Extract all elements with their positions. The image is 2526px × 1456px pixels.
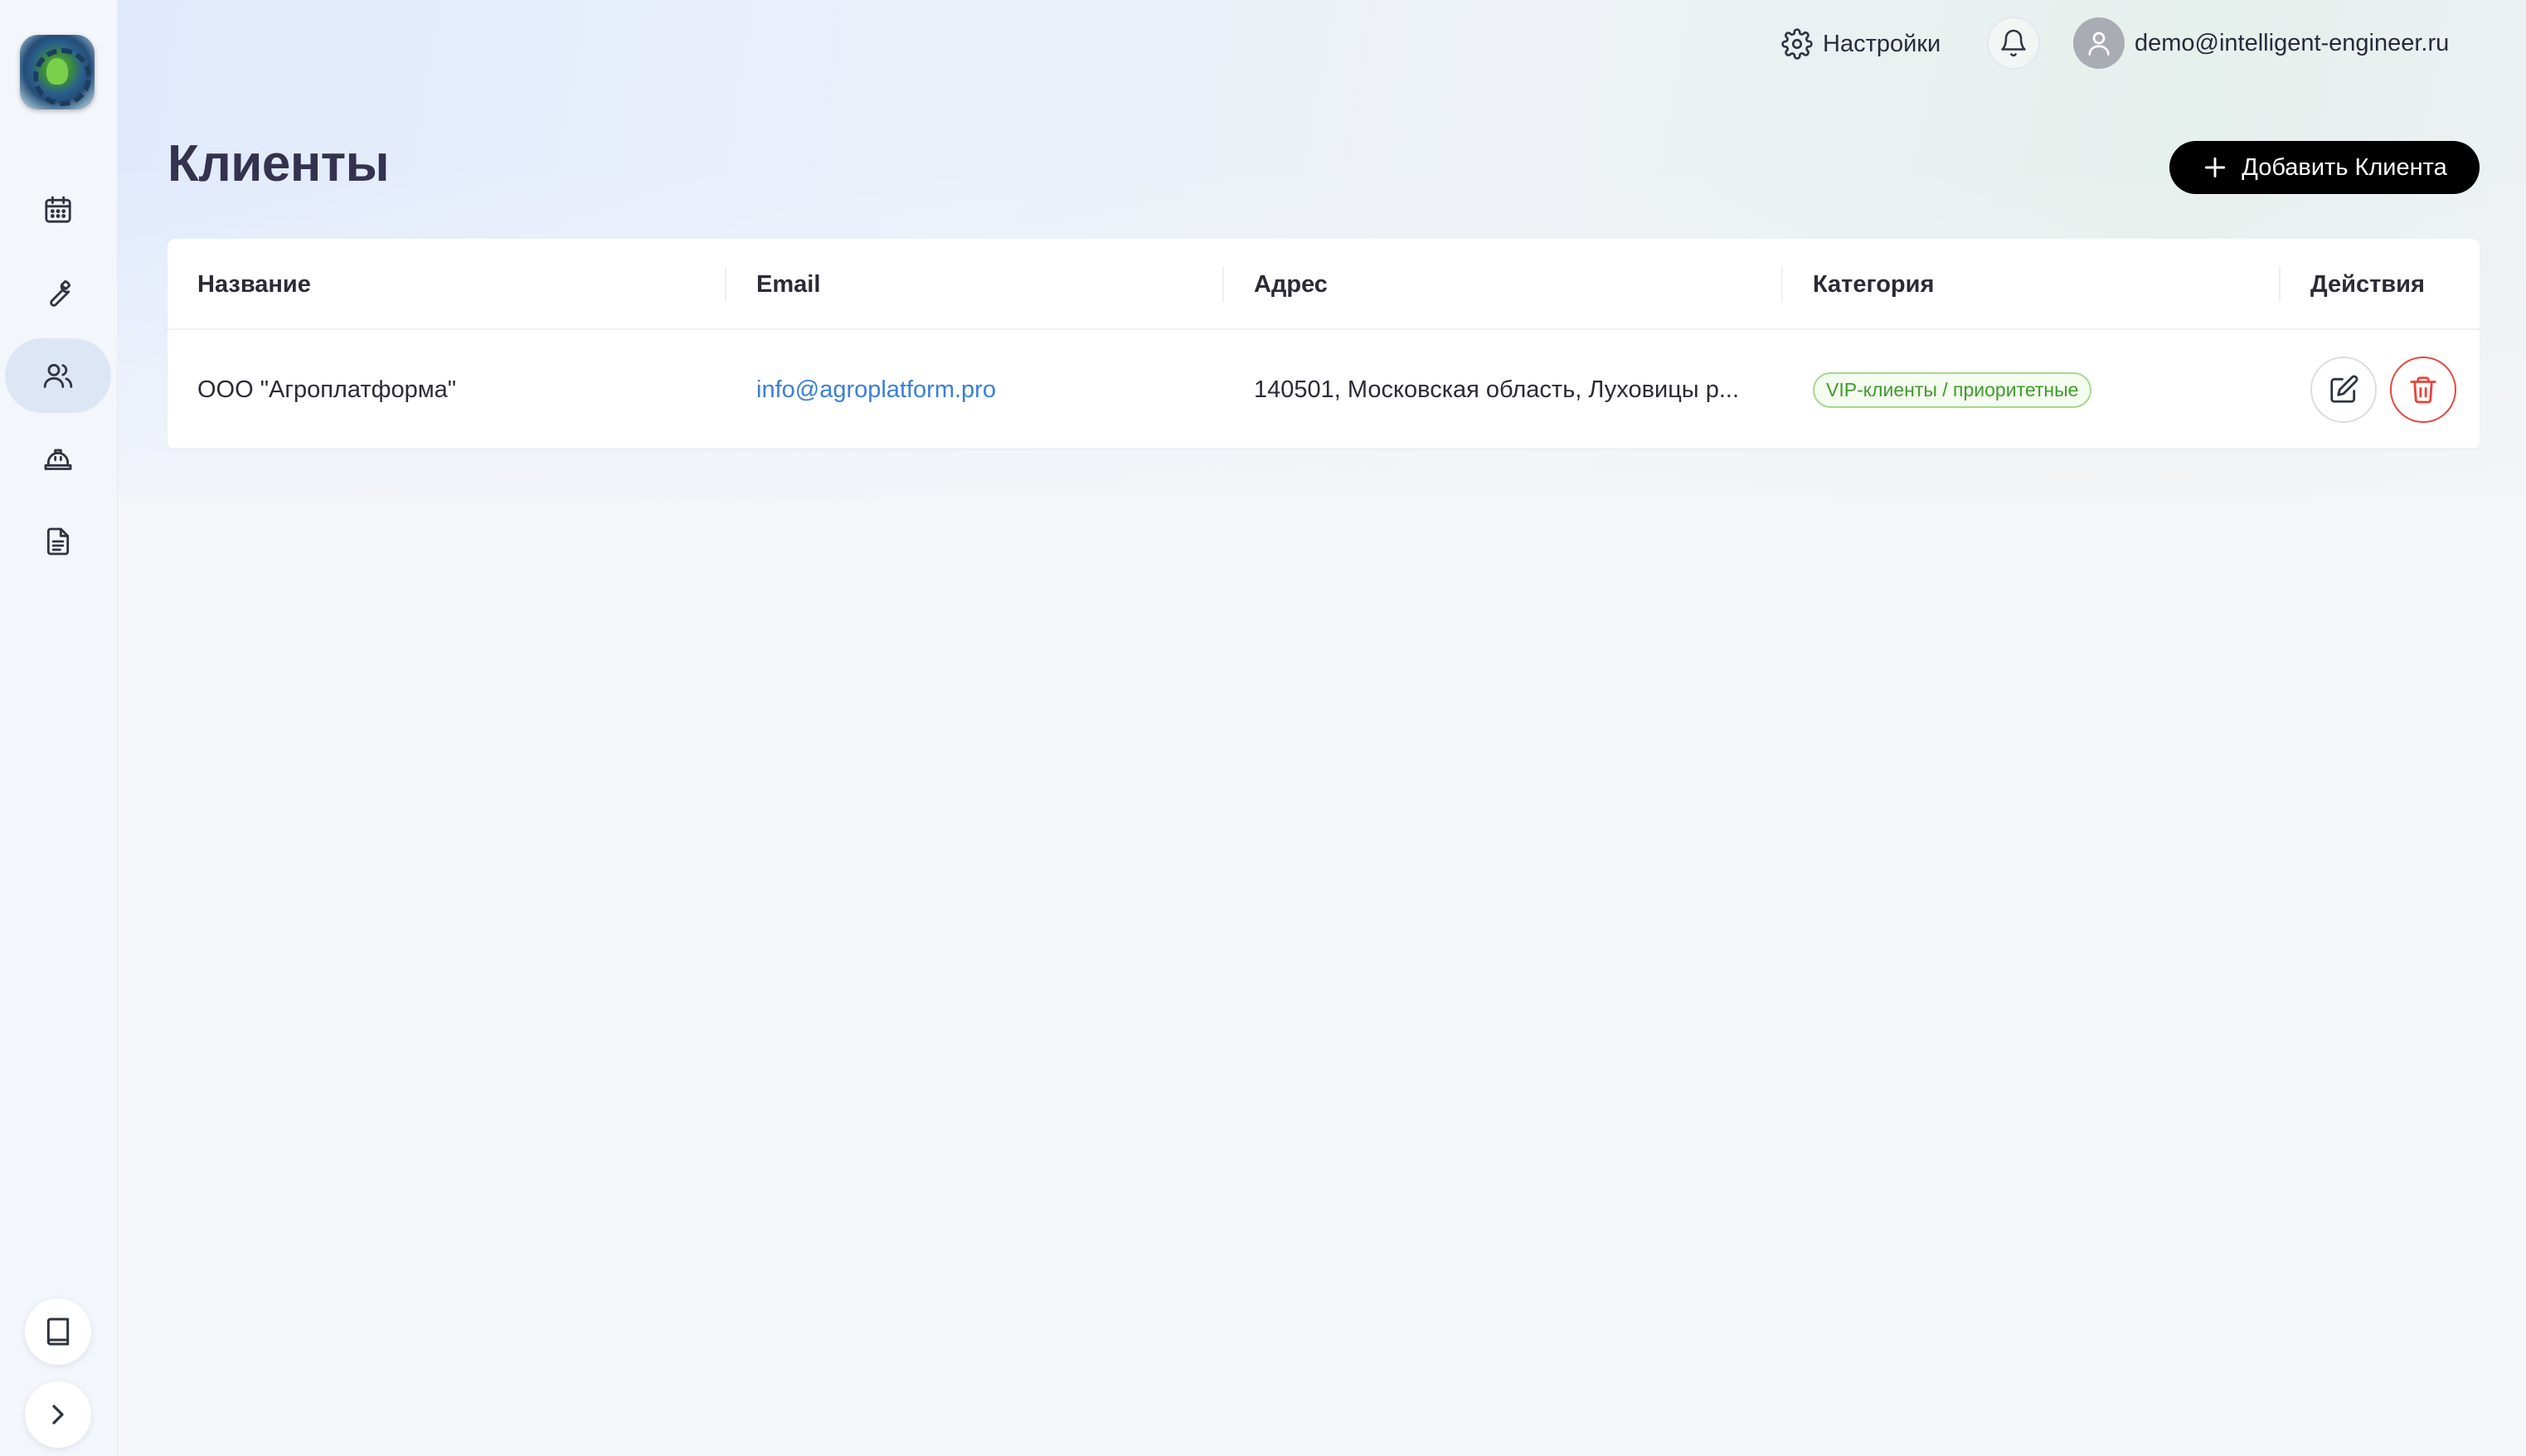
- avatar: [2073, 17, 2125, 69]
- trash-icon: [2410, 376, 2436, 404]
- delete-button[interactable]: [2390, 357, 2456, 423]
- clients-table: Название Email Адрес Категория Действия …: [168, 239, 2480, 449]
- add-client-button[interactable]: Добавить Клиента: [2169, 141, 2480, 194]
- bell-icon: [2001, 29, 2026, 57]
- user-menu[interactable]: demo@intelligent-engineer.ru: [2073, 17, 2449, 70]
- column-divider[interactable]: [1781, 267, 1783, 302]
- notifications-button[interactable]: [1987, 17, 2040, 70]
- edit-icon: [2330, 375, 2358, 403]
- plus-icon: [2205, 157, 2226, 178]
- column-divider[interactable]: [1222, 267, 1224, 302]
- category-badge: VIP-клиенты / приоритетные: [1813, 371, 2092, 408]
- expand-sidebar-button[interactable]: [25, 1381, 91, 1448]
- top-bar: Настройки demo@intelligent-engineer.ru: [118, 0, 2526, 86]
- edit-button[interactable]: [2310, 357, 2377, 423]
- client-address: 140501, Московская область, Луховицы р..…: [1254, 376, 1739, 403]
- book-icon: [46, 1318, 70, 1346]
- column-divider[interactable]: [725, 267, 726, 302]
- sidebar: [0, 0, 118, 1456]
- column-header-email[interactable]: Email: [756, 239, 820, 330]
- wrench-icon: [50, 279, 71, 307]
- sidebar-item-clients[interactable]: [5, 338, 111, 413]
- table-header-row: Название Email Адрес Категория Действия: [168, 239, 2480, 330]
- sidebar-item-engineers[interactable]: [5, 421, 111, 496]
- column-header-name[interactable]: Название: [197, 239, 311, 330]
- chevron-right-icon: [52, 1405, 64, 1424]
- users-icon: [43, 363, 73, 388]
- client-email-link[interactable]: info@agroplatform.pro: [756, 330, 996, 449]
- add-client-label: Добавить Клиента: [2242, 153, 2447, 181]
- user-email: demo@intelligent-engineer.ru: [2135, 29, 2450, 56]
- client-category: VIP-клиенты / приоритетные: [1813, 330, 2092, 449]
- column-divider[interactable]: [2279, 267, 2281, 302]
- docs-button[interactable]: [25, 1298, 91, 1365]
- sidebar-item-documents[interactable]: [5, 504, 111, 579]
- column-header-address[interactable]: Адрес: [1254, 239, 1328, 330]
- app-logo[interactable]: [20, 35, 95, 109]
- column-header-category[interactable]: Категория: [1813, 239, 1934, 330]
- sidebar-item-tools[interactable]: [5, 255, 111, 330]
- user-icon: [2088, 32, 2110, 56]
- sidebar-item-calendar[interactable]: [5, 172, 111, 247]
- hard-hat-icon: [44, 449, 72, 470]
- settings-link[interactable]: Настройки: [1781, 22, 1941, 66]
- document-icon: [46, 527, 70, 556]
- client-name: ООО "Агроплатформа": [197, 376, 457, 403]
- table-row[interactable]: ООО "Агроплатформа" info@agroplatform.pr…: [168, 330, 2480, 449]
- column-header-actions: Действия: [2310, 270, 2425, 298]
- gear-icon: [1781, 28, 1813, 60]
- page-title: Клиенты: [168, 135, 390, 192]
- settings-label: Настройки: [1823, 30, 1941, 57]
- calendar-icon: [45, 196, 71, 223]
